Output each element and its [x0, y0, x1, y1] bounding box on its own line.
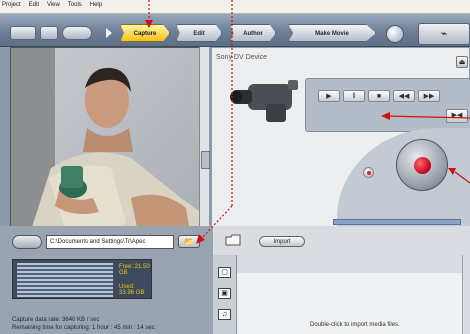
annotation-arrow-icon	[145, 20, 153, 28]
annotation-overlay	[145, 0, 470, 244]
